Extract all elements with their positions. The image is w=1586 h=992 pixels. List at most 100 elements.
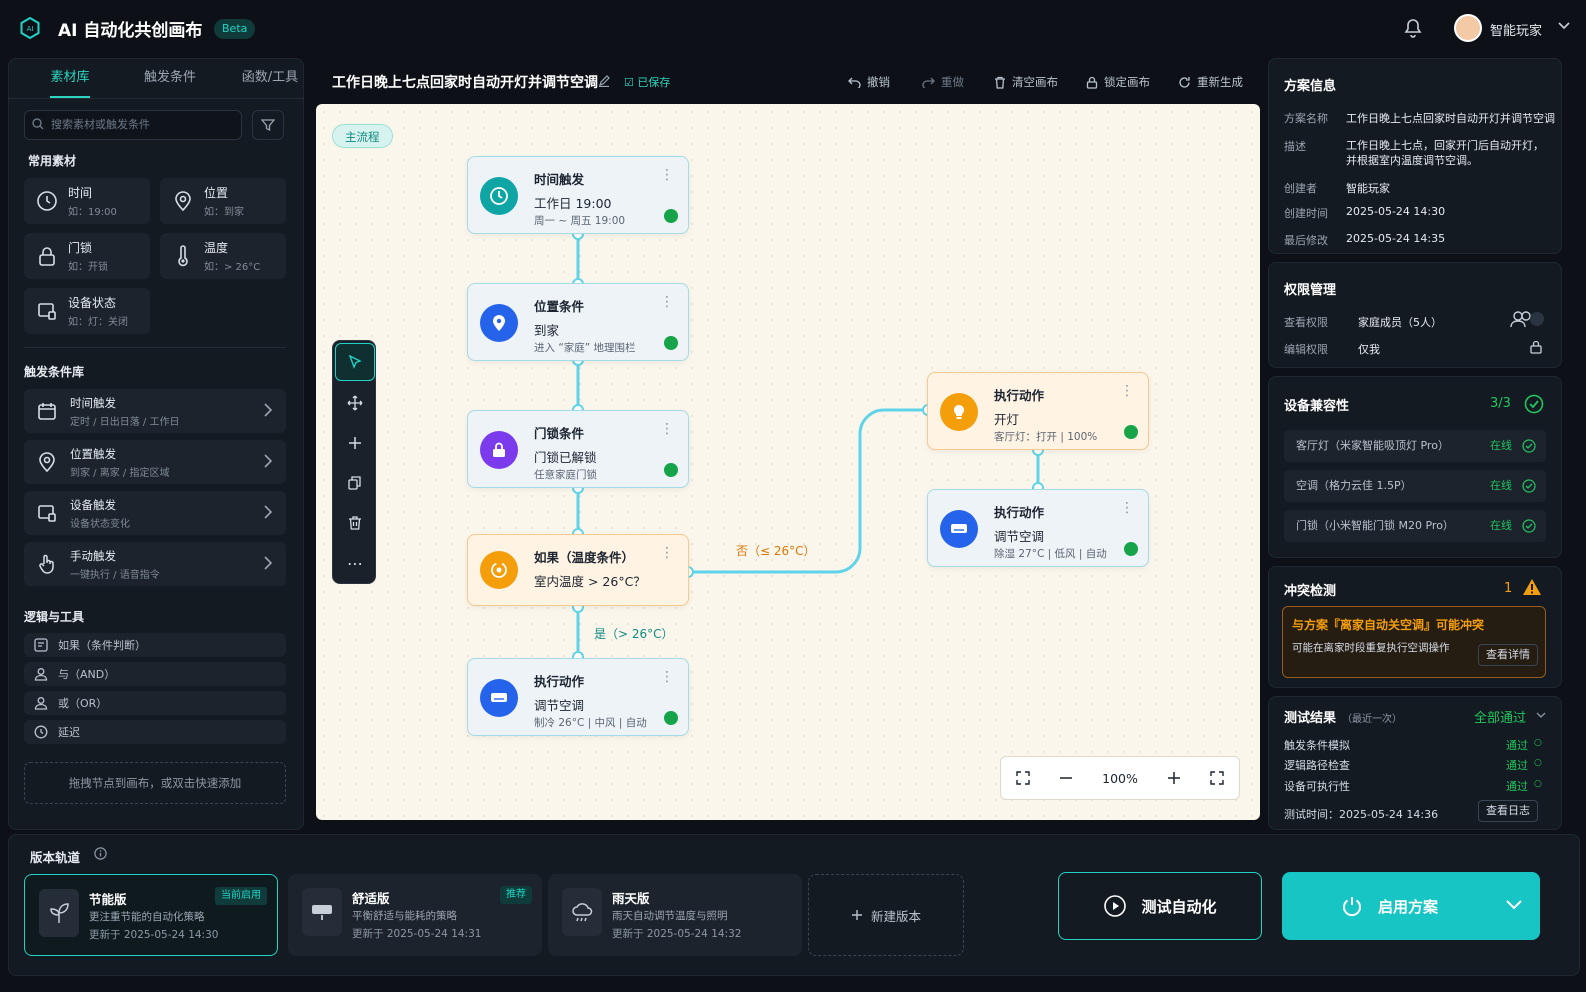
tab-functions[interactable]: 函数/工具 xyxy=(220,58,320,98)
saved-label: 已保存 xyxy=(637,76,671,89)
user-name[interactable]: 智能玩家 xyxy=(1490,20,1542,39)
redo-button[interactable]: 重做 xyxy=(922,74,964,90)
chevron-right-icon xyxy=(264,505,272,519)
bell-icon[interactable] xyxy=(1404,18,1422,38)
more-icon[interactable]: ⋮ xyxy=(660,421,674,437)
filter-button[interactable] xyxy=(252,110,284,140)
logic-label: 如果（条件判断） xyxy=(58,639,146,652)
location-icon xyxy=(175,191,191,212)
scheme-title: 工作日晚上七点回家时自动开灯并调节空调 xyxy=(332,75,598,91)
location-icon xyxy=(480,304,518,342)
trigger-location[interactable]: 位置触发 到家 / 离家 / 指定区域 xyxy=(24,440,286,484)
chevron-right-icon xyxy=(264,403,272,417)
more-icon[interactable]: ⋮ xyxy=(660,167,674,183)
device-icon xyxy=(38,303,56,320)
node-action-light[interactable]: 执行动作 开灯 客厅灯：打开 | 100% ⋮ xyxy=(927,372,1149,450)
device-row[interactable]: 门锁（小米智能门锁 M20 Pro） 在线 xyxy=(1284,510,1546,542)
logic-or[interactable]: 或（OR） xyxy=(24,691,286,715)
material-temperature[interactable]: 温度如：> 26°C xyxy=(160,233,286,279)
edit-icon[interactable] xyxy=(598,75,610,87)
node-desc: 客厅灯：打开 | 100% xyxy=(994,431,1098,443)
chevron-down-icon[interactable] xyxy=(1506,900,1522,910)
trigger-device[interactable]: 设备触发 设备状态变化 xyxy=(24,491,286,535)
node-title: 如果（温度条件） xyxy=(534,550,635,565)
material-location[interactable]: 位置 如：到家 xyxy=(160,178,286,224)
trigger-desc: 一键执行 / 语音指令 xyxy=(70,569,160,581)
logic-if[interactable]: 如果（条件判断） xyxy=(24,633,286,657)
node-lock-condition[interactable]: 门锁条件 门锁已解锁 任意家庭门锁 ⋮ xyxy=(467,410,689,488)
fit-icon[interactable] xyxy=(1015,771,1030,785)
version-name: 节能版 xyxy=(89,892,127,907)
copy-tool[interactable] xyxy=(333,463,377,503)
node-time-trigger[interactable]: 时间触发 工作日 19:00 周一 ~ 周五 19:00 ⋮ xyxy=(467,156,689,234)
node-title: 执行动作 xyxy=(994,388,1045,403)
delete-tool[interactable] xyxy=(333,503,377,543)
enable-scheme-button[interactable]: 启用方案 xyxy=(1282,872,1540,940)
chevron-right-icon xyxy=(264,556,272,570)
test-pass: 通过 xyxy=(1506,780,1528,793)
node-desc: 除湿 27°C | 低风 | 自动 xyxy=(994,548,1107,560)
move-tool[interactable] xyxy=(333,383,377,423)
material-device-state[interactable]: 设备状态 如：灯：关闭 xyxy=(24,288,150,334)
pass-dot-icon: ○ xyxy=(1534,758,1542,768)
lock-canvas-button[interactable]: 锁定画布 xyxy=(1086,74,1150,90)
info-key: 创建者 xyxy=(1284,182,1317,195)
new-version-button[interactable]: 新建版本 xyxy=(808,874,964,956)
more-icon[interactable]: ⋮ xyxy=(660,545,674,561)
node-action-ac-dry[interactable]: 执行动作 调节空调 除湿 27°C | 低风 | 自动 ⋮ xyxy=(927,489,1149,567)
tab-triggers[interactable]: 触发条件 xyxy=(120,58,220,98)
pass-dot-icon: ○ xyxy=(1534,738,1542,748)
fullscreen-icon[interactable] xyxy=(1210,771,1225,785)
view-log-button[interactable]: 查看日志 xyxy=(1478,800,1538,822)
rain-cloud-icon xyxy=(562,888,602,936)
version-card-eco[interactable]: 节能版 更注重节能的自动化策略 更新于 2025-05-24 14:30 当前启… xyxy=(24,874,278,956)
undo-button[interactable]: 撤销 xyxy=(848,74,890,90)
device-row[interactable]: 客厅灯（米家智能吸顶灯 Pro） 在线 xyxy=(1284,430,1546,462)
logic-and[interactable]: 与（AND） xyxy=(24,662,286,686)
more-icon[interactable]: ⋮ xyxy=(1120,383,1134,399)
material-time[interactable]: 时间 如：19:00 xyxy=(24,178,150,224)
members-icon[interactable] xyxy=(1510,310,1544,328)
material-name: 温度 xyxy=(204,241,229,255)
info-value: 智能玩家 xyxy=(1346,182,1390,195)
drop-zone[interactable]: 拖拽节点到画布，或双击快速添加 xyxy=(24,762,286,804)
more-icon[interactable]: ⋮ xyxy=(660,669,674,685)
trigger-name: 设备触发 xyxy=(70,497,116,512)
zoom-in-icon[interactable] xyxy=(1167,771,1181,785)
add-tool[interactable] xyxy=(333,423,377,463)
version-card-rainy[interactable]: 雨天版 雨天自动调节温度与照明 更新于 2025-05-24 14:32 xyxy=(548,874,802,956)
zoom-out-icon[interactable] xyxy=(1059,771,1073,785)
node-action-ac-cool[interactable]: 执行动作 调节空调 制冷 26°C | 中风 | 自动 ⋮ xyxy=(467,658,689,736)
device-row[interactable]: 空调（格力云佳 1.5P） 在线 xyxy=(1284,470,1546,502)
search-input[interactable]: 搜索素材或触发条件 xyxy=(24,110,242,140)
more-icon[interactable]: ⋮ xyxy=(660,294,674,310)
tab-materials[interactable]: 素材库 xyxy=(20,58,120,98)
logic-delay[interactable]: 延迟 xyxy=(24,720,286,744)
info-key: 描述 xyxy=(1284,140,1306,153)
material-lock[interactable]: 门锁 如：开锁 xyxy=(24,233,150,279)
node-location-condition[interactable]: 位置条件 到家 进入 “家庭” 地理围栏 ⋮ xyxy=(467,283,689,361)
device-status: 在线 xyxy=(1490,519,1512,532)
node-desc: 进入 “家庭” 地理围栏 xyxy=(534,342,636,354)
clear-canvas-button[interactable]: 清空画布 xyxy=(994,74,1058,90)
section-title-triggers: 触发条件库 xyxy=(24,365,85,379)
more-tool[interactable]: ⋯ xyxy=(333,543,377,583)
version-updated: 更新于 2025-05-24 14:31 xyxy=(352,928,482,940)
select-tool[interactable] xyxy=(335,343,375,381)
version-card-comfort[interactable]: 舒适版 平衡舒适与能耗的策略 更新于 2025-05-24 14:31 推荐 xyxy=(288,874,542,956)
trigger-manual[interactable]: 手动触发 一键执行 / 语音指令 xyxy=(24,542,286,586)
chevron-down-icon[interactable] xyxy=(1536,711,1546,719)
trigger-time[interactable]: 时间触发 定时 / 日出日落 / 工作日 xyxy=(24,389,286,433)
view-details-button[interactable]: 查看详情 xyxy=(1478,644,1538,666)
test-automation-button[interactable]: 测试自动化 xyxy=(1058,872,1262,940)
avatar[interactable] xyxy=(1454,14,1482,42)
chevron-down-icon[interactable] xyxy=(1558,22,1570,30)
check-icon xyxy=(1124,425,1138,439)
regenerate-button[interactable]: 重新生成 xyxy=(1178,74,1243,90)
material-hint: 如：> 26°C xyxy=(204,262,261,273)
more-icon: ⋯ xyxy=(347,553,363,573)
info-icon[interactable] xyxy=(94,847,107,860)
lock-icon[interactable] xyxy=(1530,340,1542,354)
more-icon[interactable]: ⋮ xyxy=(1120,500,1134,516)
node-temperature-condition[interactable]: 如果（温度条件） 室内温度 > 26°C？ ⋮ xyxy=(467,534,689,606)
